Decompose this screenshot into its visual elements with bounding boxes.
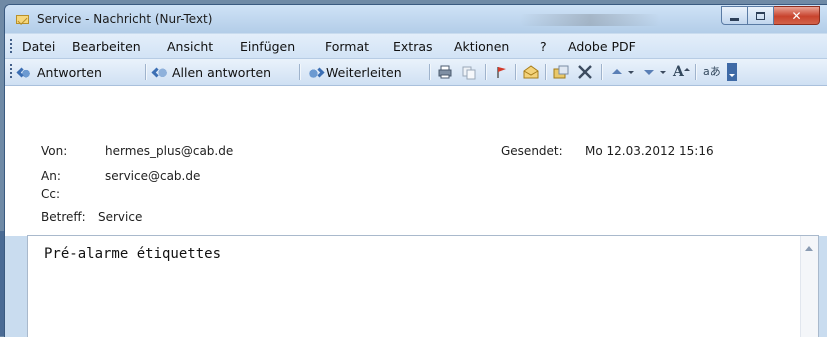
next-item-button[interactable] — [641, 63, 657, 81]
arrow-up-icon — [612, 69, 622, 74]
background-window-edge — [0, 231, 4, 336]
toolbar-separator — [695, 64, 697, 80]
menu-ansicht[interactable]: Ansicht — [167, 39, 213, 54]
toolbar-separator — [601, 64, 603, 80]
toolbar-separator — [145, 64, 147, 80]
vertical-scrollbar[interactable] — [800, 236, 818, 337]
reply-all-icon — [153, 64, 169, 80]
toolbar-grip-handle[interactable] — [10, 64, 12, 80]
from-label: Von: — [41, 144, 68, 158]
chevron-down-icon — [727, 63, 737, 81]
toolbar-overflow-button[interactable] — [727, 63, 737, 81]
forward-button[interactable]: Weiterleiten — [307, 63, 402, 81]
translate-icon: aあ — [703, 65, 721, 78]
scroll-up-icon[interactable] — [805, 246, 813, 251]
toolbar: Antworten Allen antworten Weiterleiten A… — [5, 59, 827, 86]
maximize-icon — [756, 11, 765, 20]
to-value[interactable]: service@cab.de — [105, 169, 200, 183]
menu-extras[interactable]: Extras — [393, 39, 433, 54]
font-size-button[interactable]: A — [673, 63, 690, 81]
minimize-icon — [730, 17, 739, 21]
menu-aktionen[interactable]: Aktionen — [454, 39, 509, 54]
to-label: An: — [41, 169, 61, 183]
categorize-button[interactable] — [523, 63, 539, 81]
copy-icon — [462, 66, 476, 80]
menu-grip-handle[interactable] — [10, 39, 12, 53]
cc-label: Cc: — [41, 187, 61, 201]
sent-label: Gesendet: — [501, 144, 563, 158]
message-window: Service - Nachricht (Nur-Text) ✕ Datei B… — [4, 4, 827, 337]
previous-item-button[interactable] — [609, 63, 625, 81]
move-to-folder-button[interactable] — [553, 63, 571, 81]
window-title: Service - Nachricht (Nur-Text) — [37, 12, 213, 26]
envelope-open-icon — [523, 65, 539, 79]
toolbar-separator — [299, 64, 301, 80]
reply-icon — [18, 64, 34, 80]
delete-button[interactable] — [577, 63, 593, 81]
toolbar-separator — [545, 64, 547, 80]
flag-icon — [497, 67, 506, 78]
toolbar-separator — [515, 64, 517, 80]
previous-dropdown[interactable] — [627, 63, 635, 81]
copy-button[interactable] — [461, 63, 477, 81]
menu-einfuegen[interactable]: Einfügen — [240, 39, 295, 54]
message-body[interactable]: Pré-alarme étiquettes — [27, 235, 819, 337]
next-dropdown[interactable] — [659, 63, 667, 81]
translate-button[interactable]: aあ — [703, 63, 721, 81]
reply-all-button[interactable]: Allen antworten — [153, 63, 271, 81]
delete-icon — [578, 65, 592, 79]
menu-format[interactable]: Format — [325, 39, 369, 54]
minimize-button[interactable] — [721, 6, 748, 25]
envelope-icon — [16, 15, 29, 24]
menu-help[interactable]: ? — [540, 39, 547, 54]
toolbar-separator — [485, 64, 487, 80]
printer-icon — [438, 65, 452, 79]
toolbar-separator — [429, 64, 431, 80]
arrow-down-icon — [644, 70, 654, 75]
menu-datei[interactable]: Datei — [22, 39, 55, 54]
maximize-button[interactable] — [748, 6, 774, 25]
chevron-down-icon — [660, 71, 666, 74]
reply-label: Antworten — [37, 64, 102, 80]
title-bar[interactable]: Service - Nachricht (Nur-Text) ✕ — [5, 5, 827, 33]
font-size-arrows-icon — [683, 68, 690, 71]
message-header: Von: hermes_plus@cab.de Gesendet: Mo 12.… — [5, 86, 827, 236]
sent-value: Mo 12.03.2012 15:16 — [585, 144, 714, 158]
follow-up-flag-button[interactable] — [493, 63, 509, 81]
subject-value: Service — [98, 210, 143, 224]
reply-button[interactable]: Antworten — [18, 63, 102, 81]
subject-label: Betreff: — [41, 210, 86, 224]
close-button[interactable]: ✕ — [774, 6, 820, 25]
reply-all-label: Allen antworten — [172, 64, 272, 80]
window-controls: ✕ — [721, 6, 820, 25]
message-body-text: Pré-alarme étiquettes — [44, 246, 222, 262]
move-folder-icon — [553, 65, 569, 79]
forward-icon — [307, 64, 323, 80]
blurred-title-area — [520, 14, 660, 26]
font-size-icon: A — [673, 64, 684, 80]
menu-bar: Datei Bearbeiten Ansicht Einfügen Format… — [5, 34, 827, 59]
menu-bearbeiten[interactable]: Bearbeiten — [72, 39, 141, 54]
close-icon: ✕ — [791, 8, 802, 23]
from-value[interactable]: hermes_plus@cab.de — [105, 144, 233, 158]
forward-label: Weiterleiten — [326, 64, 402, 80]
print-button[interactable] — [437, 63, 453, 81]
menu-adobe-pdf[interactable]: Adobe PDF — [568, 39, 636, 54]
chevron-down-icon — [628, 71, 634, 74]
